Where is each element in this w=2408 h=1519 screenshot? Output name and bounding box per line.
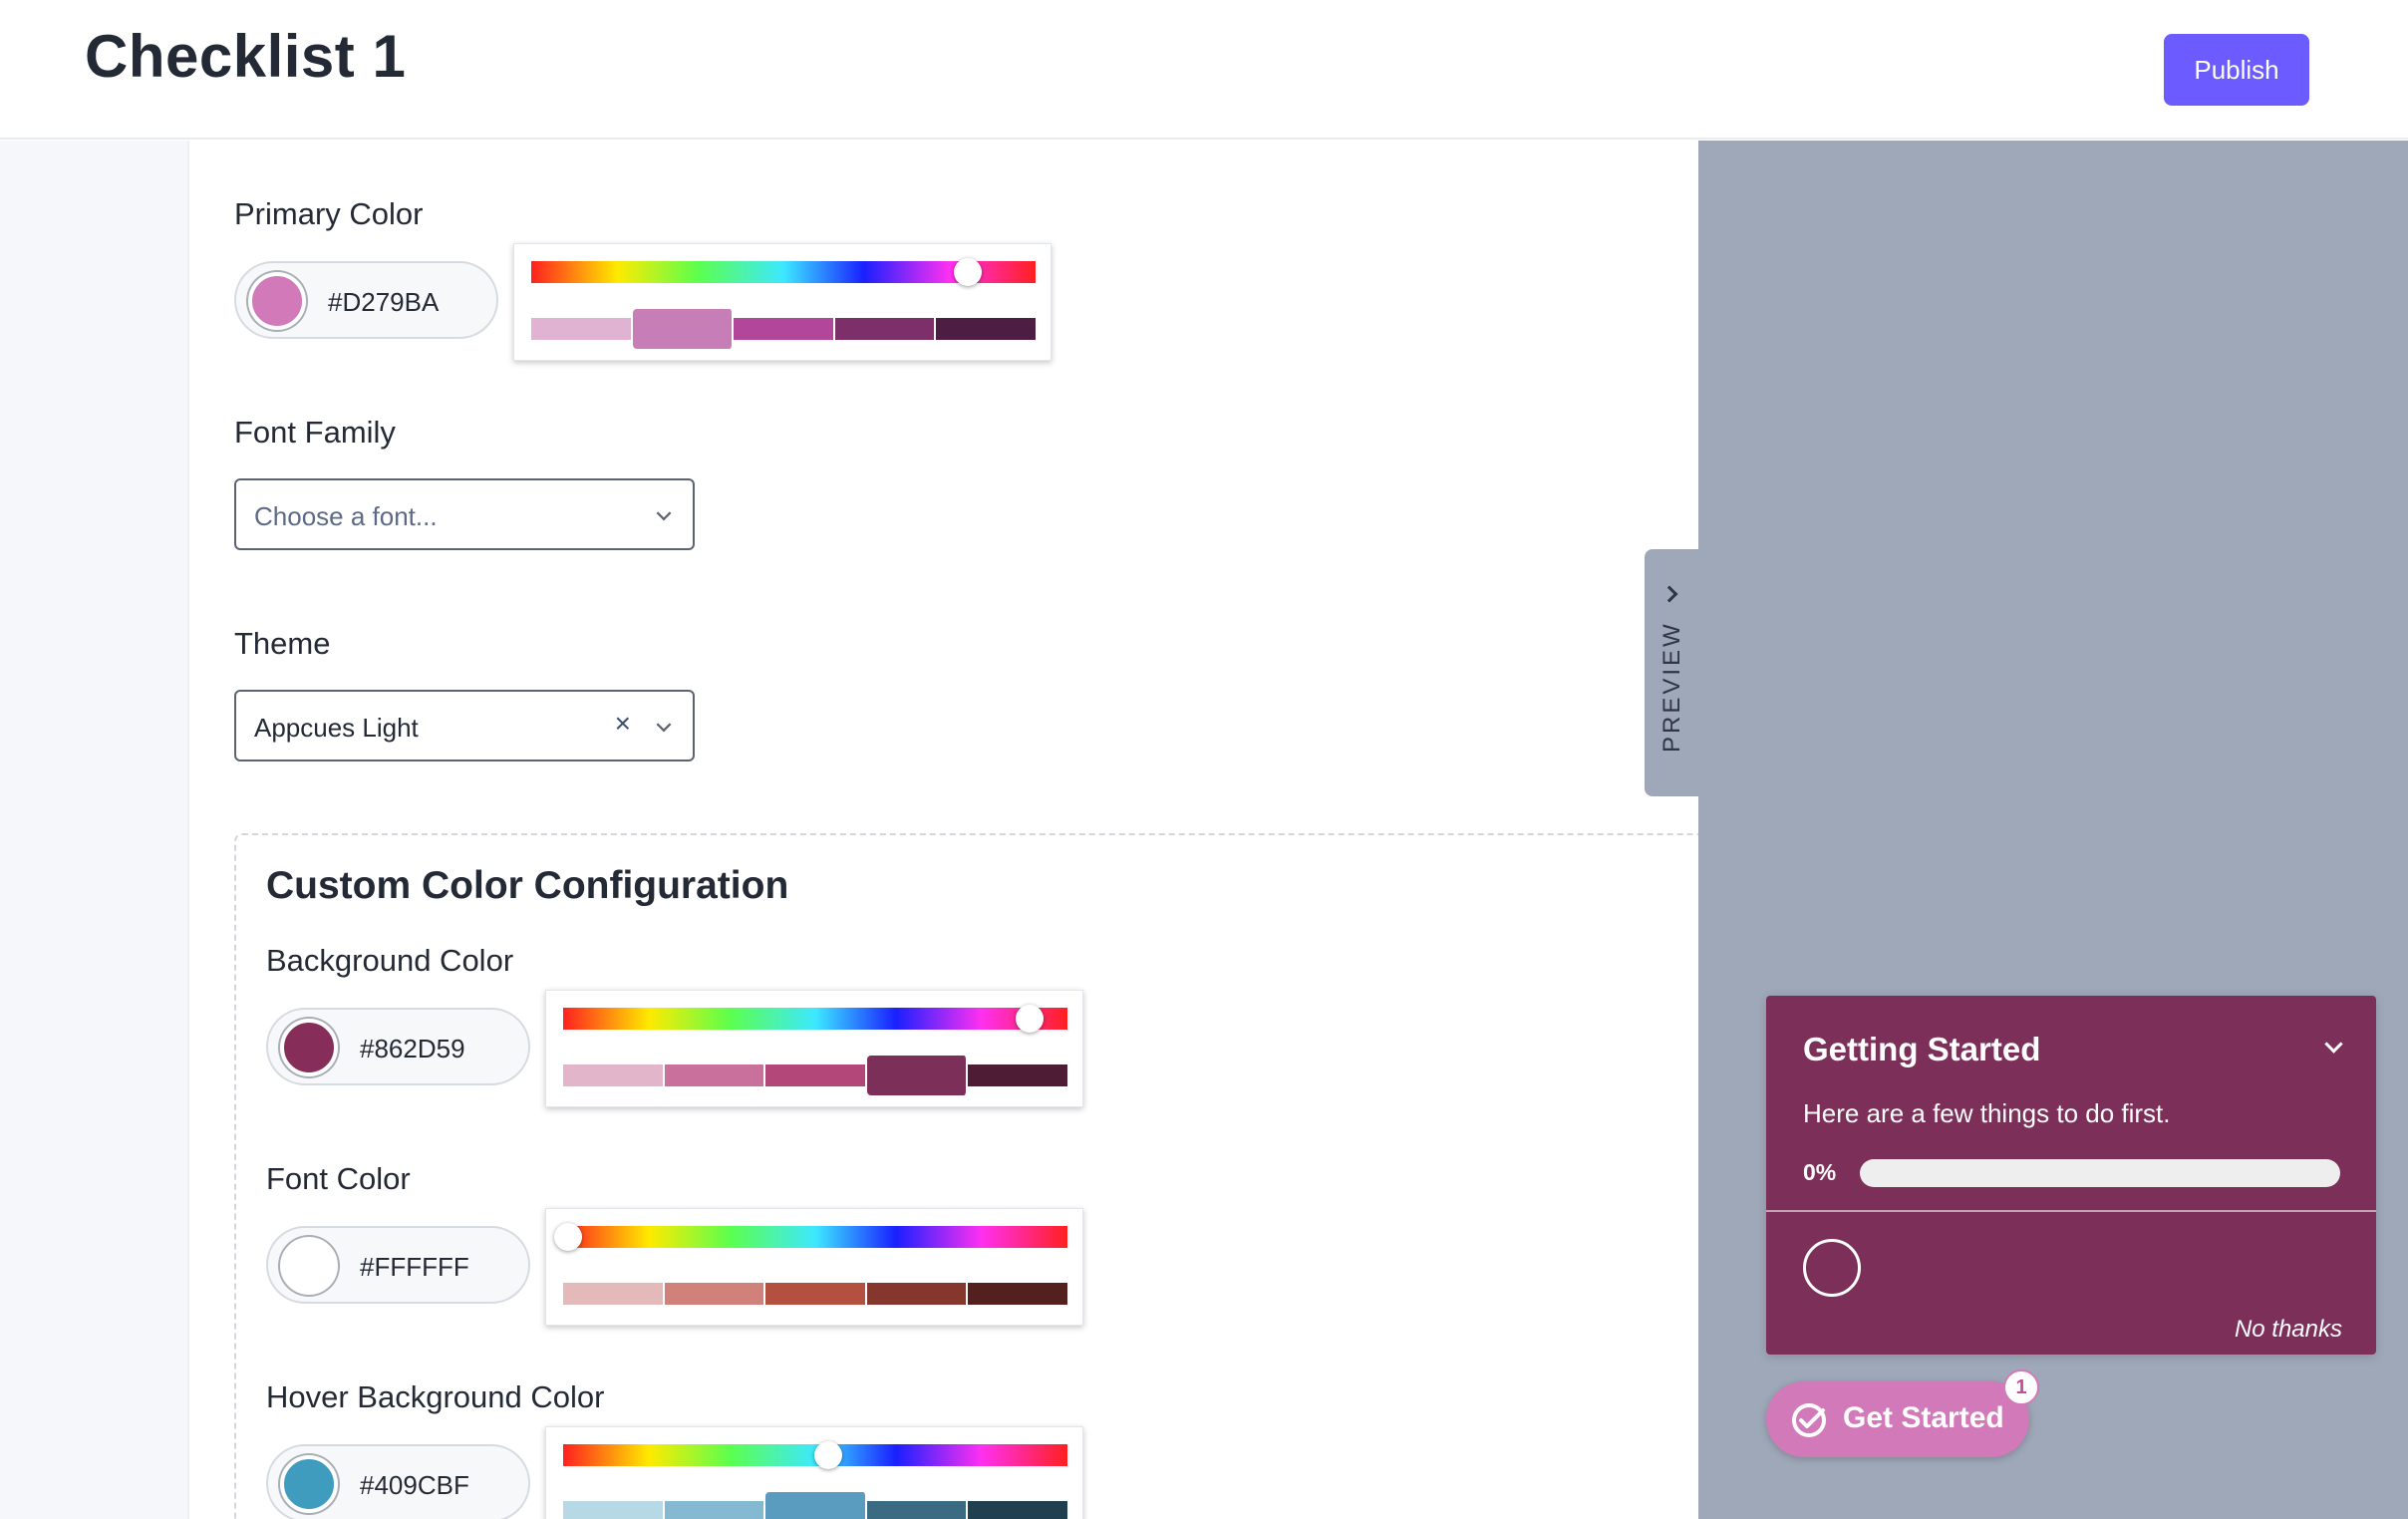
chevron-down-icon[interactable] [656, 717, 672, 733]
shade-swatch[interactable] [968, 1501, 1067, 1519]
progress-label: 0% [1803, 1159, 1837, 1185]
font-color-input[interactable]: #FFFFFF [266, 1226, 530, 1304]
background-color-hex[interactable]: #862D59 [360, 1034, 465, 1064]
font-family-select[interactable]: Choose a font... [234, 478, 695, 550]
hover-background-color-picker[interactable] [545, 1426, 1083, 1519]
primary-color-hex[interactable]: #D279BA [328, 287, 439, 318]
shade-swatch[interactable] [664, 1064, 766, 1086]
shade-swatch[interactable] [664, 1501, 766, 1519]
custom-color-title: Custom Color Configuration [266, 864, 789, 907]
hover-background-color-input[interactable]: #409CBF [266, 1444, 530, 1519]
font-hue-slider[interactable] [563, 1226, 1067, 1248]
font-family-placeholder: Choose a font... [254, 501, 438, 531]
hover-background-color-label: Hover Background Color [266, 1379, 605, 1414]
font-color-label: Font Color [266, 1161, 411, 1196]
shade-swatch[interactable] [866, 1056, 969, 1095]
shade-swatch[interactable] [632, 309, 735, 349]
background-hue-slider[interactable] [563, 1008, 1067, 1030]
shade-swatch[interactable] [968, 1283, 1067, 1305]
shade-swatch[interactable] [563, 1064, 665, 1086]
preview-tab-label: PREVIEW [1658, 621, 1685, 753]
font-shade-palette[interactable] [563, 1283, 1067, 1305]
shade-swatch[interactable] [765, 1064, 867, 1086]
shade-swatch[interactable] [531, 318, 633, 340]
shade-swatch[interactable] [765, 1283, 867, 1305]
chevron-down-icon[interactable] [2324, 1035, 2343, 1054]
notification-badge: 1 [2003, 1369, 2039, 1405]
shade-swatch[interactable] [563, 1501, 665, 1519]
theme-select[interactable]: Appcues Light × [234, 690, 695, 761]
primary-color-swatch[interactable] [248, 272, 306, 330]
primary-hue-handle[interactable] [954, 258, 982, 286]
chevron-down-icon[interactable] [656, 505, 672, 521]
background-color-swatch[interactable] [280, 1019, 338, 1076]
shade-swatch[interactable] [866, 1283, 969, 1305]
shade-swatch[interactable] [866, 1501, 969, 1519]
primary-shade-palette[interactable] [531, 309, 1036, 349]
background-hue-handle[interactable] [1016, 1005, 1044, 1033]
shade-swatch[interactable] [834, 318, 937, 340]
background-color-label: Background Color [266, 943, 514, 978]
shade-swatch[interactable] [664, 1283, 766, 1305]
header-bar: Checklist 1 Publish [0, 0, 2408, 140]
hover-shade-palette[interactable] [563, 1492, 1067, 1519]
font-color-swatch[interactable] [280, 1237, 338, 1295]
progress-bar [1860, 1159, 2340, 1187]
primary-color-input[interactable]: #D279BA [234, 261, 498, 339]
checklist-subtitle: Here are a few things to do first. [1803, 1098, 2171, 1128]
no-thanks-link[interactable]: No thanks [2235, 1316, 2342, 1344]
primary-color-picker[interactable] [513, 243, 1052, 361]
shade-swatch[interactable] [936, 318, 1036, 340]
settings-form[interactable]: Primary Color #D279BA Font Family Choose… [191, 141, 1698, 1519]
hover-hue-handle[interactable] [814, 1441, 842, 1469]
clear-icon[interactable]: × [615, 708, 631, 740]
get-started-launcher[interactable]: Get Started [1766, 1381, 2029, 1457]
left-gutter [0, 141, 189, 1519]
font-color-picker[interactable] [545, 1208, 1083, 1326]
background-shade-palette[interactable] [563, 1056, 1067, 1095]
custom-color-section [234, 833, 1698, 1519]
task-checkbox[interactable] [1803, 1239, 1861, 1297]
background-color-picker[interactable] [545, 990, 1083, 1107]
theme-label: Theme [234, 626, 331, 661]
launcher-label: Get Started [1843, 1401, 2004, 1434]
font-hue-handle[interactable] [554, 1223, 582, 1251]
font-color-hex[interactable]: #FFFFFF [360, 1252, 469, 1283]
chevron-right-icon[interactable] [1660, 585, 1678, 603]
hover-background-color-swatch[interactable] [280, 1455, 338, 1513]
font-family-label: Font Family [234, 415, 396, 450]
divider [1766, 1210, 2376, 1212]
hover-background-color-hex[interactable]: #409CBF [360, 1470, 469, 1501]
shade-swatch[interactable] [734, 318, 835, 340]
preview-toggle-tab[interactable]: PREVIEW [1645, 549, 1698, 796]
primary-color-label: Primary Color [234, 196, 424, 231]
publish-button[interactable]: Publish [2164, 34, 2309, 106]
shade-swatch[interactable] [765, 1492, 867, 1519]
theme-value: Appcues Light [254, 713, 419, 743]
shade-swatch[interactable] [563, 1283, 665, 1305]
checklist-title: Getting Started [1803, 1031, 2041, 1067]
checklist-widget: Getting Started Here are a few things to… [1766, 996, 2376, 1355]
background-color-input[interactable]: #862D59 [266, 1008, 530, 1085]
page-title: Checklist 1 [85, 23, 407, 90]
shade-swatch[interactable] [968, 1064, 1067, 1086]
check-circle-icon [1792, 1403, 1826, 1437]
